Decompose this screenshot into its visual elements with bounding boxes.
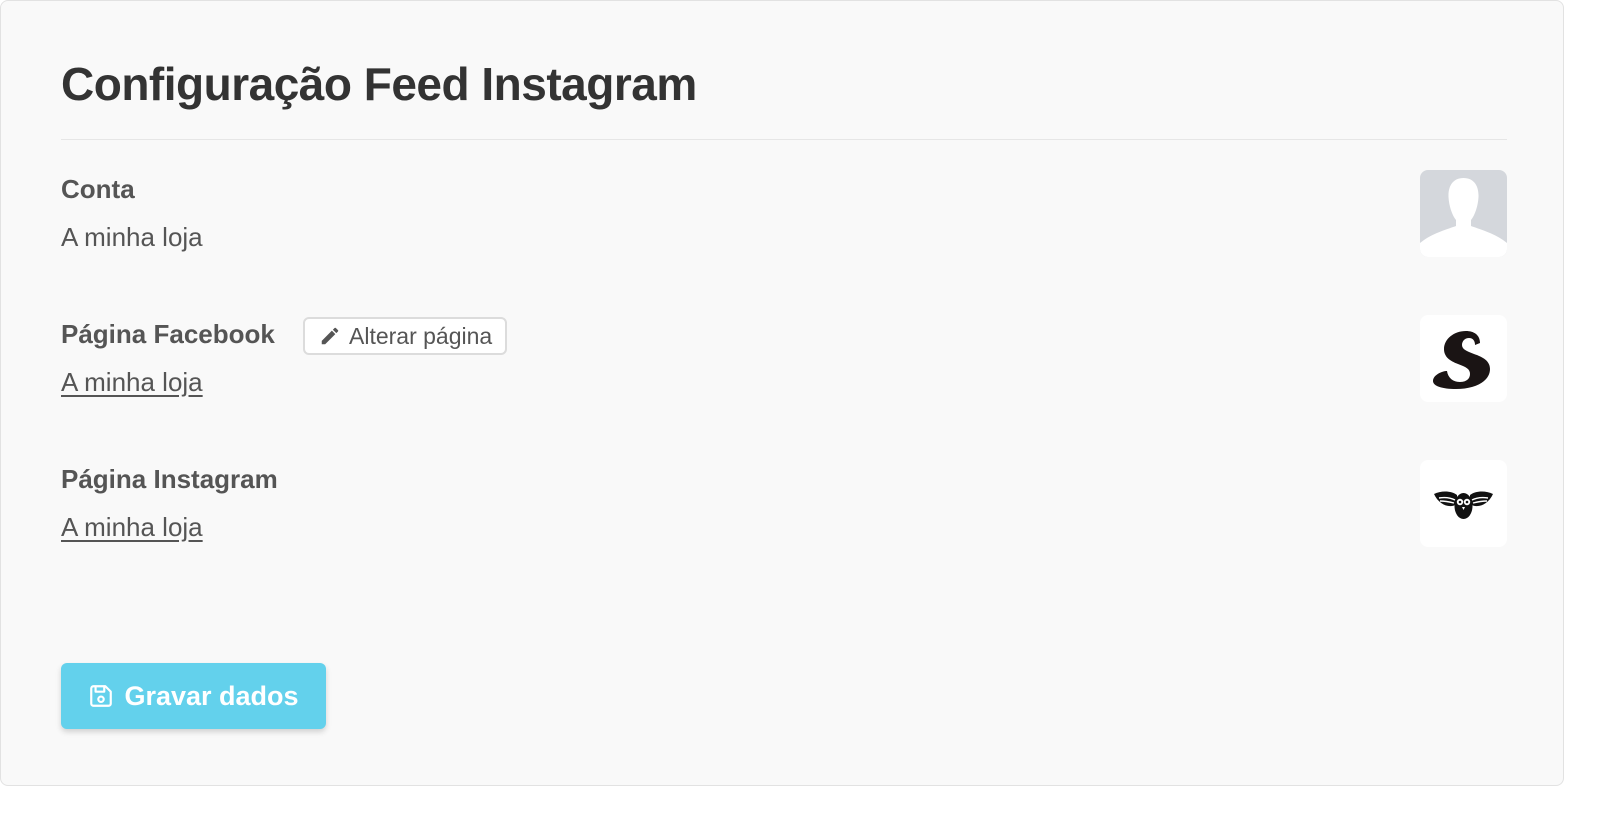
default-user-avatar-icon bbox=[1420, 178, 1507, 257]
change-page-label: Alterar página bbox=[349, 322, 493, 349]
title-divider bbox=[61, 139, 1507, 140]
save-button[interactable]: Gravar dados bbox=[61, 663, 326, 729]
save-button-label: Gravar dados bbox=[124, 680, 299, 711]
floppy-disk-icon bbox=[90, 685, 113, 707]
instagram-page-link[interactable]: A minha loja bbox=[61, 512, 203, 543]
page-title: Configuração Feed Instagram bbox=[61, 58, 697, 110]
change-page-button[interactable]: Alterar página bbox=[303, 317, 508, 355]
instagram-page-label: Página Instagram bbox=[61, 464, 278, 494]
instagram-page-logo bbox=[1420, 460, 1507, 547]
pencil-icon bbox=[321, 327, 339, 345]
script-s-logo-icon bbox=[1433, 331, 1490, 389]
account-name: A minha loja bbox=[61, 222, 203, 252]
account-avatar bbox=[1420, 170, 1507, 257]
owl-logo-icon bbox=[1434, 491, 1493, 519]
account-label: Conta bbox=[61, 174, 135, 204]
facebook-page-label: Página Facebook bbox=[61, 319, 275, 349]
facebook-page-link[interactable]: A minha loja bbox=[61, 367, 203, 398]
settings-card: Configuração Feed Instagram Conta A minh… bbox=[0, 0, 1564, 786]
facebook-page-logo bbox=[1420, 315, 1507, 402]
